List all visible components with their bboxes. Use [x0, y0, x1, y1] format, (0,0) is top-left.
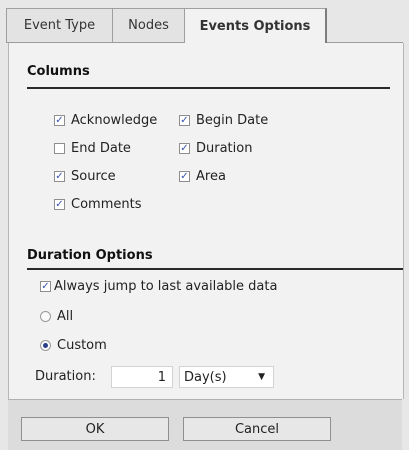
checkbox-duration-label: Duration [196, 141, 253, 156]
duration-input[interactable]: 1 [111, 366, 173, 388]
radio-custom-label: Custom [57, 338, 107, 353]
checkbox-begin-date[interactable]: ✓ Begin Date [179, 113, 268, 128]
tab-event-type[interactable]: Event Type [6, 8, 113, 42]
ok-button[interactable]: OK [21, 417, 169, 441]
checkbox-acknowledge-label: Acknowledge [71, 113, 158, 128]
radio-all[interactable]: All [40, 309, 73, 324]
tab-events-options-label: Events Options [199, 18, 311, 34]
checkbox-comments-box[interactable]: ✓ [54, 199, 65, 210]
checkbox-end-date-label: End Date [71, 141, 131, 156]
checkbox-end-date[interactable]: End Date [54, 141, 131, 156]
checkbox-area-label: Area [196, 169, 226, 184]
dialog-footer: OK Cancel [8, 399, 402, 450]
duration-label: Duration: [35, 369, 96, 384]
checkbox-source[interactable]: ✓ Source [54, 169, 116, 184]
checkbox-area[interactable]: ✓ Area [179, 169, 226, 184]
radio-all-label: All [57, 309, 74, 324]
checkbox-always-jump[interactable]: ✓ Always jump to last available data [40, 279, 277, 294]
checkbox-begin-date-label: Begin Date [196, 113, 269, 128]
duration-options-title: Duration Options [27, 248, 153, 263]
checkbox-source-label: Source [71, 169, 116, 184]
tab-bar: Event Type Nodes Events Options [6, 4, 403, 43]
tab-events-options[interactable]: Events Options [184, 8, 327, 43]
checkbox-begin-date-box[interactable]: ✓ [179, 115, 190, 126]
tab-event-type-label: Event Type [23, 18, 96, 33]
duration-label-row: Duration: [35, 369, 96, 384]
tab-nodes-label: Nodes [128, 18, 169, 33]
cancel-button-label: Cancel [234, 421, 280, 437]
checkbox-acknowledge-box[interactable]: ✓ [54, 115, 65, 126]
checkbox-source-box[interactable]: ✓ [54, 171, 65, 182]
columns-divider [27, 87, 390, 89]
checkbox-area-box[interactable]: ✓ [179, 171, 190, 182]
duration-unit-select[interactable]: Day(s) ▼ [179, 366, 274, 388]
checkbox-duration-box[interactable]: ✓ [179, 143, 190, 154]
checkbox-comments-label: Comments [71, 197, 142, 212]
checkbox-always-jump-box[interactable]: ✓ [40, 281, 51, 292]
duration-input-value: 1 [157, 369, 166, 385]
radio-custom[interactable]: Custom [40, 338, 107, 353]
ok-button-label: OK [85, 421, 105, 437]
columns-title: Columns [27, 64, 90, 79]
options-panel: Columns ✓ Acknowledge ✓ Begin Date End D… [8, 43, 404, 399]
cancel-button[interactable]: Cancel [183, 417, 331, 441]
radio-all-circle[interactable] [40, 311, 51, 322]
checkbox-duration[interactable]: ✓ Duration [179, 141, 252, 156]
checkbox-end-date-box[interactable] [54, 143, 65, 154]
checkbox-comments[interactable]: ✓ Comments [54, 197, 141, 212]
duration-options-divider [27, 268, 403, 270]
tab-nodes[interactable]: Nodes [112, 8, 185, 42]
radio-custom-circle[interactable] [40, 340, 51, 351]
chevron-down-icon: ▼ [258, 372, 265, 382]
checkbox-acknowledge[interactable]: ✓ Acknowledge [54, 113, 157, 128]
checkbox-always-jump-label: Always jump to last available data [54, 279, 278, 294]
radio-selected-dot [43, 343, 48, 348]
duration-unit-value: Day(s) [184, 369, 227, 385]
